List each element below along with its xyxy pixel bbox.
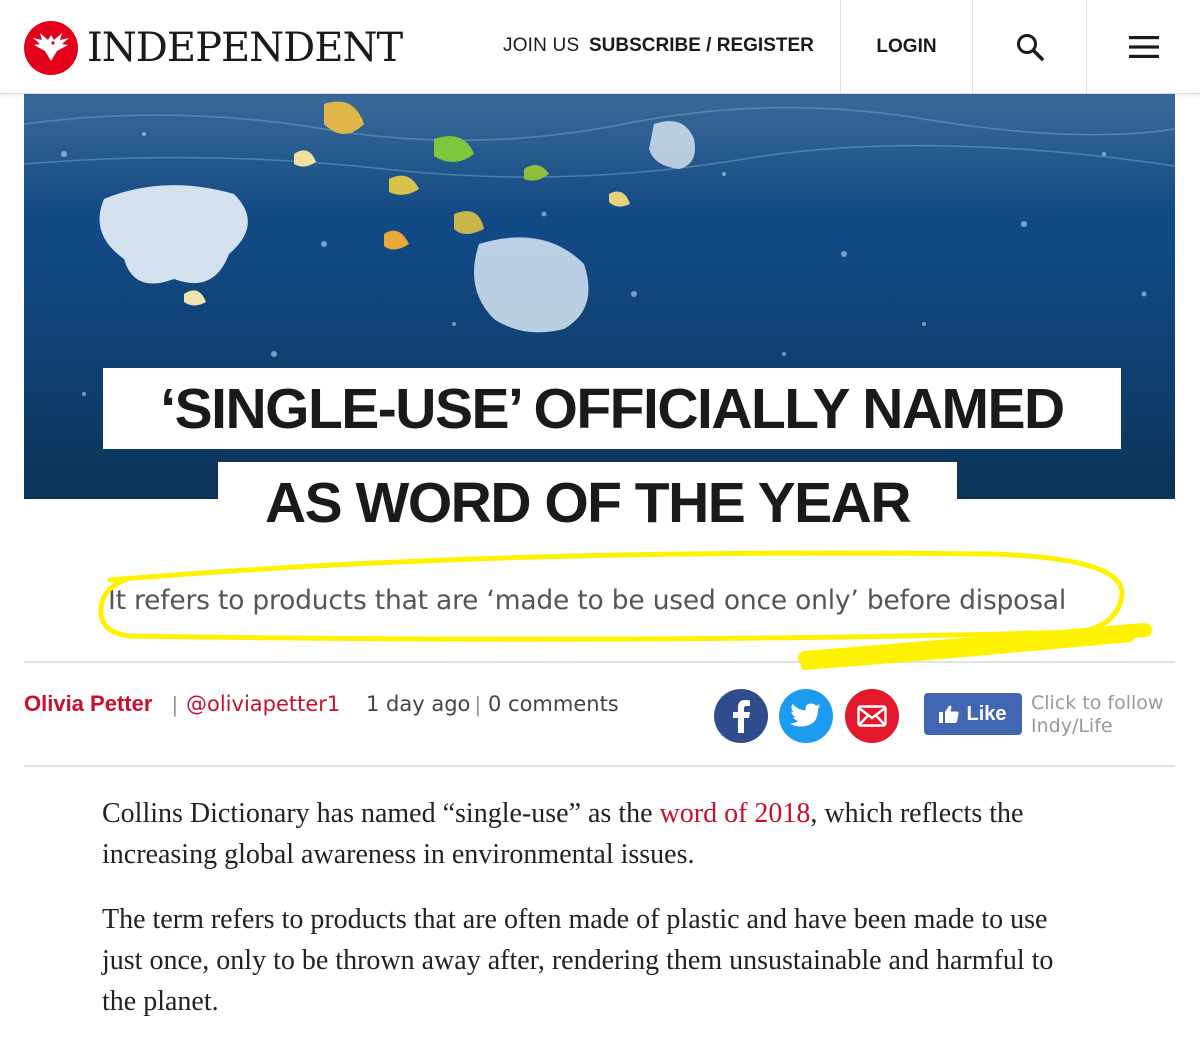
standfirst: It refers to products that are ‘made to … (108, 585, 1067, 616)
thumbs-up-icon (939, 705, 960, 723)
site-logo[interactable]: INDEPENDENT (24, 21, 403, 75)
paragraph-text: Collins Dictionary has named “single-use… (102, 798, 660, 829)
publish-time: 1 day ago (366, 692, 471, 716)
facebook-icon (733, 700, 750, 733)
comments-count-link[interactable]: 0 comments (488, 692, 619, 716)
hamburger-menu-icon (1128, 35, 1159, 58)
byline-separator: | (172, 692, 178, 717)
byline-top-rule (24, 661, 1175, 663)
follow-text-line2: Indy/Life (1031, 715, 1113, 737)
follow-text-line1: Click to follow (1031, 692, 1164, 714)
search-icon (1016, 33, 1044, 61)
share-email-button[interactable] (845, 689, 899, 743)
share-facebook-button[interactable] (714, 689, 768, 743)
join-us-link[interactable]: JOIN US (503, 35, 579, 57)
like-label: Like (966, 702, 1007, 725)
logo-wordmark: INDEPENDENT (87, 25, 403, 71)
byline-separator: | (475, 692, 481, 717)
headline-line-2: AS WORD OF THE YEAR (218, 462, 957, 543)
headline-line-1: ‘SINGLE-USE’ OFFICIALLY NAMED (103, 368, 1121, 449)
subscribe-register-link[interactable]: SUBSCRIBE / REGISTER (589, 35, 814, 57)
share-twitter-button[interactable] (779, 689, 833, 743)
article-paragraph: The term refers to products that are oft… (102, 904, 1054, 1017)
login-button[interactable]: LOGIN (841, 0, 972, 93)
word-of-2018-link[interactable]: word of 2018 (660, 798, 811, 829)
menu-button[interactable] (1087, 0, 1200, 93)
facebook-like-button[interactable]: Like (924, 693, 1022, 735)
author-name[interactable]: Olivia Petter (24, 691, 152, 717)
article-paragraph: Collins Dictionary has named “single-use… (102, 793, 1092, 875)
byline-bottom-rule (24, 765, 1175, 767)
email-icon (857, 705, 887, 727)
follow-text: Click to follow Indy/Life (1031, 692, 1163, 738)
eagle-logo-icon (24, 21, 78, 75)
search-button[interactable] (973, 0, 1086, 93)
site-header: INDEPENDENT JOIN US SUBSCRIBE / REGISTER… (0, 0, 1200, 94)
author-twitter-handle[interactable]: @oliviapetter1 (186, 692, 340, 716)
twitter-icon (790, 703, 821, 726)
